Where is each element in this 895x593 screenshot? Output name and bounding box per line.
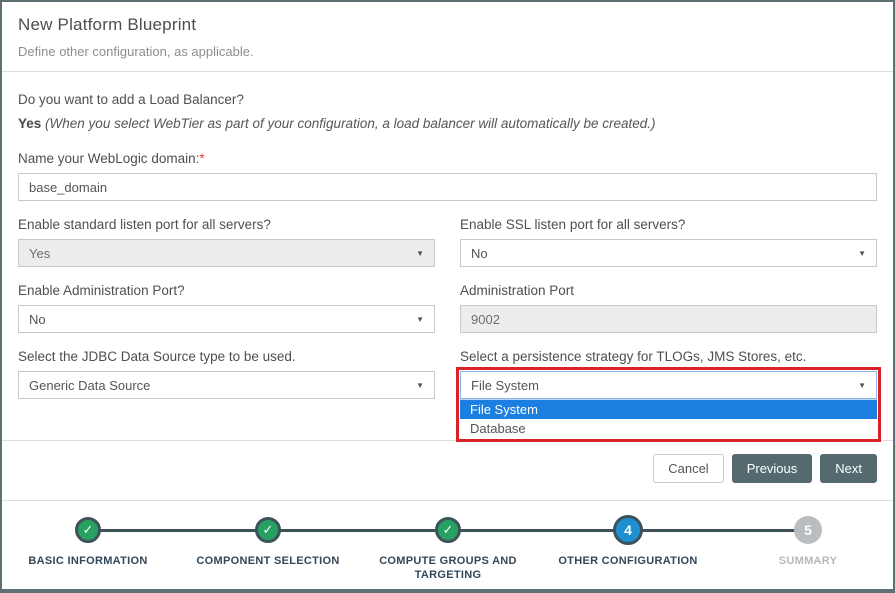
load-balancer-question: Do you want to add a Load Balancer?	[18, 92, 877, 107]
field-admin-port: Administration Port 9002	[460, 283, 877, 333]
domain-label: Name your WebLogic domain:*	[18, 151, 877, 166]
step-basic-information[interactable]: ✓ BASIC INFORMATION	[0, 514, 178, 568]
ssl-port-select[interactable]: No ▼	[460, 239, 877, 267]
persistence-option-list: File System Database	[460, 399, 877, 438]
required-asterisk: *	[199, 151, 204, 166]
admin-port-enable-label: Enable Administration Port?	[18, 283, 435, 298]
domain-input[interactable]: base_domain	[18, 173, 877, 201]
jdbc-value: Generic Data Source	[29, 378, 150, 393]
step-component-selection[interactable]: ✓ COMPONENT SELECTION	[178, 514, 358, 568]
dialog-header: New Platform Blueprint Define other conf…	[2, 2, 893, 71]
jdbc-label: Select the JDBC Data Source type to be u…	[18, 349, 435, 364]
jdbc-select[interactable]: Generic Data Source ▼	[18, 371, 435, 399]
field-admin-port-enable: Enable Administration Port? No ▼	[18, 283, 435, 333]
step-label: SUMMARY	[723, 554, 893, 568]
chevron-down-icon: ▼	[416, 315, 424, 324]
check-icon: ✓	[435, 517, 461, 543]
option-file-system[interactable]: File System	[460, 400, 877, 419]
admin-port-enable-value: No	[29, 312, 46, 327]
admin-port-input[interactable]: 9002	[460, 305, 877, 333]
ssl-port-value: No	[471, 246, 488, 261]
load-balancer-answer-value: Yes	[18, 116, 41, 131]
domain-label-text: Name your WebLogic domain:	[18, 151, 199, 166]
persistence-label: Select a persistence strategy for TLOGs,…	[460, 349, 877, 364]
next-button[interactable]: Next	[820, 454, 877, 483]
step-compute-groups[interactable]: ✓ COMPUTE GROUPS AND TARGETING	[358, 514, 538, 583]
load-balancer-answer: Yes (When you select WebTier as part of …	[18, 116, 877, 131]
wizard-stepper: ✓ BASIC INFORMATION ✓ COMPONENT SELECTIO…	[2, 501, 893, 586]
new-platform-blueprint-dialog: New Platform Blueprint Define other conf…	[0, 0, 895, 593]
persistence-select[interactable]: File System ▼	[460, 371, 877, 399]
admin-port-label: Administration Port	[460, 283, 877, 298]
step-label: BASIC INFORMATION	[3, 554, 173, 568]
standard-port-label: Enable standard listen port for all serv…	[18, 217, 435, 232]
step-label: COMPUTE GROUPS AND TARGETING	[363, 554, 533, 583]
field-standard-port: Enable standard listen port for all serv…	[18, 217, 435, 267]
page-subtitle: Define other configuration, as applicabl…	[18, 44, 877, 59]
option-database[interactable]: Database	[460, 419, 877, 438]
step-number: 4	[613, 515, 643, 545]
highlight-box: File System ▼ File System Database	[456, 367, 881, 442]
step-label: OTHER CONFIGURATION	[543, 554, 713, 568]
persistence-combo-anchor: File System ▼ File System Database	[460, 371, 877, 399]
field-ssl-port: Enable SSL listen port for all servers? …	[460, 217, 877, 267]
field-jdbc: Select the JDBC Data Source type to be u…	[18, 349, 435, 399]
ssl-port-label: Enable SSL listen port for all servers?	[460, 217, 877, 232]
chevron-down-icon: ▼	[416, 381, 424, 390]
step-other-configuration[interactable]: 4 OTHER CONFIGURATION	[538, 514, 718, 568]
page-title: New Platform Blueprint	[18, 15, 877, 35]
load-balancer-note: (When you select WebTier as part of your…	[45, 116, 655, 131]
standard-port-select[interactable]: Yes ▼	[18, 239, 435, 267]
check-icon: ✓	[75, 517, 101, 543]
standard-port-value: Yes	[29, 246, 50, 261]
chevron-down-icon: ▼	[858, 249, 866, 258]
admin-port-enable-select[interactable]: No ▼	[18, 305, 435, 333]
persistence-value: File System	[471, 378, 539, 393]
cancel-button[interactable]: Cancel	[653, 454, 723, 483]
check-icon: ✓	[255, 517, 281, 543]
chevron-down-icon: ▼	[416, 249, 424, 258]
previous-button[interactable]: Previous	[732, 454, 813, 483]
field-domain: Name your WebLogic domain:* base_domain	[18, 151, 877, 201]
step-summary[interactable]: 5 SUMMARY	[718, 514, 895, 568]
form-grid: Name your WebLogic domain:* base_domain …	[18, 151, 877, 415]
field-persistence: Select a persistence strategy for TLOGs,…	[460, 349, 877, 399]
step-number: 5	[794, 516, 822, 544]
button-bar: Cancel Previous Next	[2, 441, 893, 500]
chevron-down-icon: ▼	[858, 381, 866, 390]
step-label: COMPONENT SELECTION	[183, 554, 353, 568]
form-area: Do you want to add a Load Balancer? Yes …	[2, 72, 893, 440]
